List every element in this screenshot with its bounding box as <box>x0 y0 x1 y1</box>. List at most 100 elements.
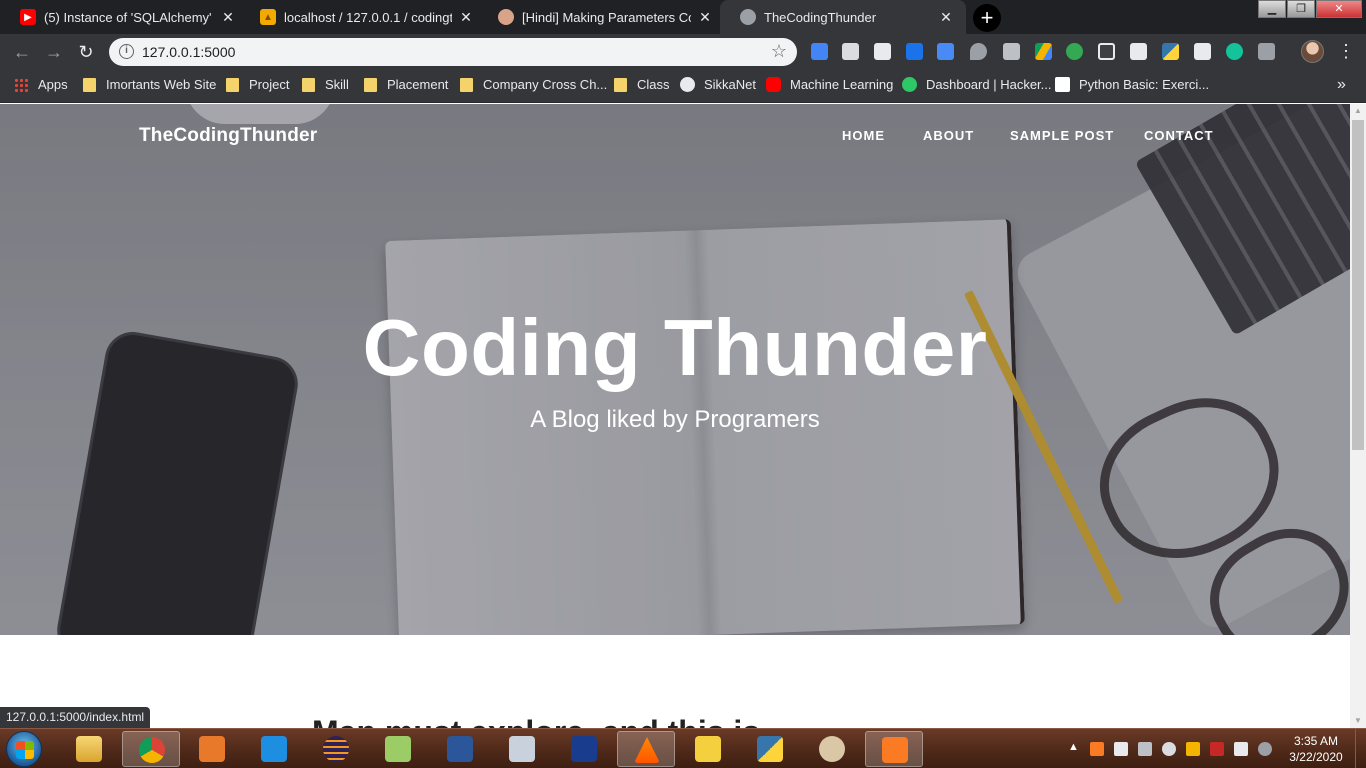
close-tab-icon[interactable]: ✕ <box>697 9 713 26</box>
post-title-link[interactable]: Man must explore, and this is <box>312 714 760 728</box>
taskbar-xampp[interactable] <box>865 731 923 767</box>
extension-icon[interactable] <box>906 43 923 60</box>
taskbar-chrome[interactable] <box>122 731 180 767</box>
taskbar-devcpp[interactable] <box>555 731 613 767</box>
taskbar-calculator[interactable] <box>493 731 551 767</box>
bookmark-link[interactable]: Machine Learning <box>766 77 893 92</box>
taskbar-word[interactable] <box>431 731 489 767</box>
taskbar-file-explorer[interactable] <box>60 731 118 767</box>
screenshot-icon[interactable] <box>937 43 954 60</box>
new-tab-button[interactable]: + <box>973 4 1001 32</box>
extension-icon[interactable] <box>842 43 859 60</box>
bookmark-folder[interactable]: Company Cross Ch... <box>460 77 607 92</box>
back-button[interactable]: ← <box>11 41 33 63</box>
nav-sample-post[interactable]: SAMPLE POST <box>1010 128 1114 143</box>
translate-extension-icon[interactable] <box>811 43 828 60</box>
taskbar-media-player[interactable] <box>183 731 241 767</box>
bookmark-folder[interactable]: Placement <box>364 77 448 92</box>
bookmarks-overflow-button[interactable]: » <box>1337 76 1346 94</box>
nav-contact[interactable]: CONTACT <box>1144 128 1214 143</box>
bookmark-label: Placement <box>387 77 449 92</box>
bookmarks-bar: Apps Imortants Web Site Project Skill Pl… <box>0 70 1366 103</box>
show-desktop-button[interactable] <box>1355 729 1366 768</box>
taskbar-python[interactable] <box>741 731 799 767</box>
network-icon[interactable] <box>1258 742 1272 756</box>
taskbar-vscode[interactable] <box>245 731 303 767</box>
display-icon[interactable] <box>1138 742 1152 756</box>
vlc-icon <box>634 737 660 763</box>
picture-in-picture-icon[interactable] <box>1098 43 1115 60</box>
extension-icon[interactable] <box>1066 43 1083 60</box>
taskbar-paint[interactable] <box>803 731 861 767</box>
bookmark-link[interactable]: Dashboard | Hacker... <box>902 77 1052 92</box>
extension-icon[interactable] <box>1194 43 1211 60</box>
page-viewport: TheCodingThunder HOME ABOUT SAMPLE POST … <box>0 104 1350 728</box>
cloud-icon[interactable] <box>1162 742 1176 756</box>
system-clock[interactable]: 3:35 AM 3/22/2020 <box>1285 733 1347 765</box>
bookmark-label: SikkaNet <box>704 77 757 92</box>
youtube-icon: ▶ <box>20 9 36 25</box>
tab-thecodingthunder[interactable]: TheCodingThunder ✕ <box>720 0 966 34</box>
nav-home[interactable]: HOME <box>842 128 885 143</box>
mail-checker-icon[interactable] <box>874 43 891 60</box>
show-hidden-icons-button[interactable]: ▲ <box>1068 741 1079 753</box>
taskbar-help[interactable] <box>679 731 737 767</box>
nav-about[interactable]: ABOUT <box>923 128 974 143</box>
xampp-tray-icon[interactable] <box>1090 742 1104 756</box>
volume-icon[interactable] <box>1234 742 1248 756</box>
clock-time: 3:35 AM <box>1293 734 1339 748</box>
windows-taskbar: ▲ 3:35 AM 3/22/2020 <box>0 728 1366 768</box>
menu-icon[interactable]: ⋮ <box>1337 41 1355 61</box>
extension-icon[interactable] <box>1003 43 1020 60</box>
camera-icon[interactable] <box>1130 43 1147 60</box>
paint-icon <box>819 736 845 762</box>
forward-button[interactable]: → <box>43 41 65 63</box>
tray-app-icon[interactable] <box>1210 742 1224 756</box>
bookmark-link[interactable]: Python Basic: Exerci... <box>1055 77 1209 92</box>
action-center-icon[interactable] <box>1114 742 1128 756</box>
bookmark-folder[interactable]: Skill <box>302 77 349 92</box>
tab-youtube-sqlalchemy[interactable]: ▶ (5) Instance of 'SQLAlchemy' has ✕ <box>0 0 248 34</box>
address-bar[interactable]: i 127.0.0.1:5000 ☆ <box>109 38 797 66</box>
taskbar-notepad[interactable] <box>369 731 427 767</box>
folder-icon <box>302 77 315 92</box>
address-text[interactable]: 127.0.0.1:5000 <box>142 44 235 60</box>
close-tab-icon[interactable]: ✕ <box>458 9 474 26</box>
location-pin-icon[interactable] <box>970 43 987 60</box>
scroll-down-arrow-icon[interactable]: ▼ <box>1350 714 1366 728</box>
reload-button[interactable]: ↻ <box>75 41 97 63</box>
bookmark-folder[interactable]: Imortants Web Site <box>83 77 216 92</box>
close-window-button[interactable]: ✕ <box>1316 0 1362 18</box>
bookmark-link[interactable]: SikkaNet <box>680 77 756 92</box>
folder-icon <box>83 77 96 92</box>
close-tab-icon[interactable]: ✕ <box>220 9 236 26</box>
scroll-up-arrow-icon[interactable]: ▲ <box>1350 104 1366 118</box>
bookmark-label: Skill <box>325 77 349 92</box>
bookmark-star-icon[interactable]: ☆ <box>771 41 787 62</box>
tab-phpmyadmin[interactable]: ▲ localhost / 127.0.0.1 / codingthur ✕ <box>240 0 486 34</box>
extension-icon[interactable] <box>1258 43 1275 60</box>
windows-logo-icon <box>16 741 34 759</box>
close-tab-icon[interactable]: ✕ <box>938 9 954 26</box>
taskbar-eclipse[interactable] <box>307 731 365 767</box>
scrollbar-thumb[interactable] <box>1352 120 1364 450</box>
maximize-button[interactable]: ❐ <box>1287 0 1315 18</box>
tray-app-icon[interactable] <box>1186 742 1200 756</box>
eclipse-icon <box>323 736 349 762</box>
minimize-button[interactable]: ▁ <box>1258 0 1286 18</box>
taskbar-vlc[interactable] <box>617 731 675 767</box>
python-icon <box>757 736 783 762</box>
bookmark-folder[interactable]: Project <box>226 77 289 92</box>
python-icon[interactable] <box>1162 43 1179 60</box>
grammarly-icon[interactable] <box>1226 43 1243 60</box>
youtube-icon <box>766 77 781 92</box>
site-brand-link[interactable]: TheCodingThunder <box>139 125 317 147</box>
bookmark-folder[interactable]: Class <box>614 77 670 92</box>
bookmark-apps[interactable]: Apps <box>14 77 68 92</box>
tab-hindi-parameters[interactable]: [Hindi] Making Parameters Confi ✕ <box>478 0 725 34</box>
info-icon[interactable]: i <box>119 44 134 59</box>
google-drive-icon[interactable] <box>1035 43 1052 60</box>
start-button[interactable] <box>6 731 42 767</box>
page-scrollbar[interactable]: ▲ ▼ <box>1350 104 1366 728</box>
profile-avatar[interactable] <box>1301 40 1324 63</box>
